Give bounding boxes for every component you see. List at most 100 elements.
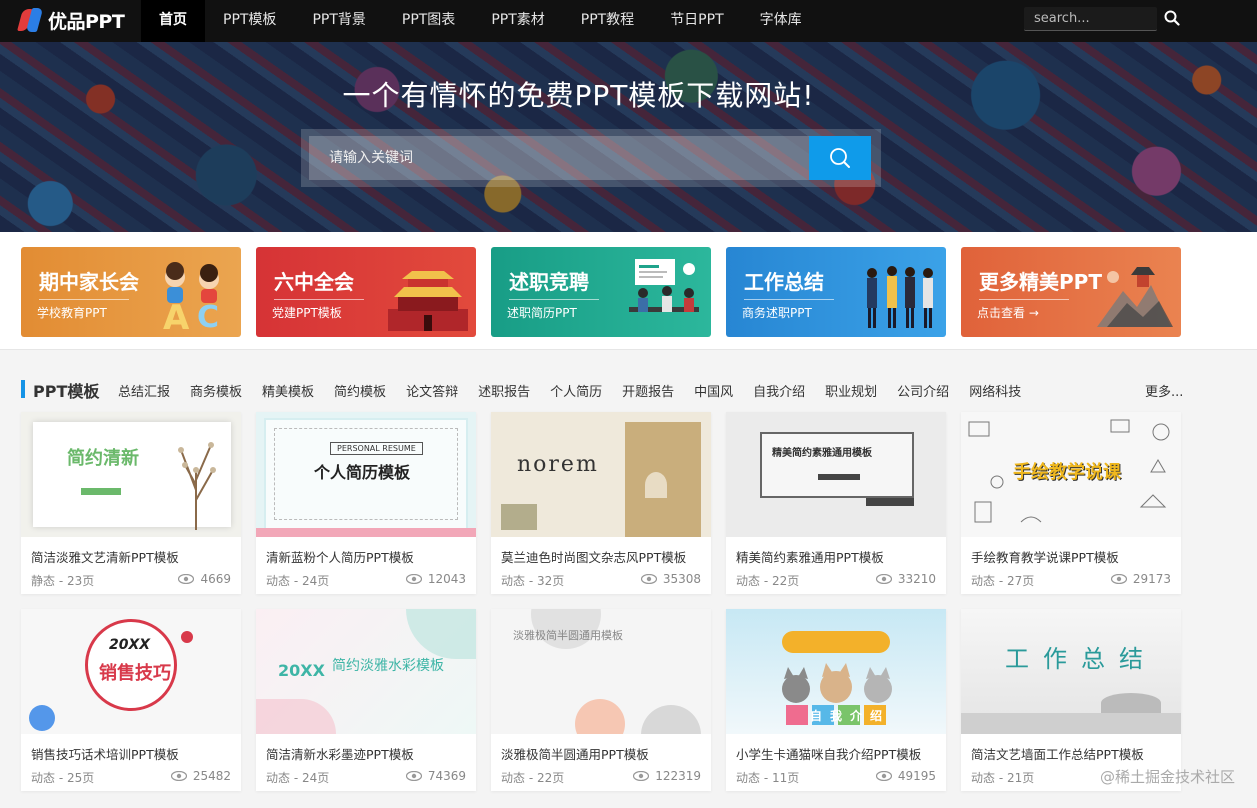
section-tags: 总结汇报 商务模板 精美模板 简约模板 论文答辩 述职报告 个人简历 开题报告 … [118,381,1041,400]
card-title[interactable]: 手绘教育教学说课PPT模板 [971,547,1119,566]
eye-icon [405,574,422,584]
eye-icon [875,771,892,781]
thumb-subtitle: PERSONAL RESUME [330,442,423,455]
card-title[interactable]: 莫兰迪色时尚图文杂志风PPT模板 [501,547,686,566]
tag-simple[interactable]: 简约模板 [334,381,386,400]
eye-icon [178,574,195,584]
tag-job-report[interactable]: 述职报告 [478,381,530,400]
children-abc-icon: A C [163,262,219,331]
nav-link-holiday-ppt[interactable]: 节日PPT [652,0,741,42]
thumb-title: 简约清新 [67,448,139,469]
tag-exquisite[interactable]: 精美模板 [262,381,314,400]
template-card[interactable]: PERSONAL RESUME 个人简历模板 清新蓝粉个人简历PPT模板 动态 … [256,412,476,594]
tag-proposal[interactable]: 开题报告 [622,381,674,400]
card-thumbnail[interactable]: norem [491,412,711,537]
business-people-icon [867,266,933,328]
card-thumbnail[interactable]: 20XX 简约淡雅水彩模板 [256,609,476,734]
banner-subtitle: 党建PPT模板 [272,306,342,320]
logo-icon [17,6,44,34]
banner-work-summary[interactable]: 工作总结 商务述职PPT [726,247,946,337]
card-thumbnail[interactable]: PERSONAL RESUME 个人简历模板 [256,412,476,537]
template-card[interactable]: 工作总结 简洁文艺墙面工作总结PPT模板 动态 - 21页 [961,609,1181,791]
banner-parent-meeting[interactable]: 期中家长会 学校教育PPT A C [21,247,241,337]
template-card[interactable]: 自我介绍 小学生卡通猫咪自我介绍PPT模板 动态 - 11页 49195 [726,609,946,791]
template-card[interactable]: 手绘教学说课 手绘教育教学说课PPT模板 动态 - 27页 29173 [961,412,1181,594]
tag-career[interactable]: 职业规划 [825,381,877,400]
nav-link-ppt-materials[interactable]: PPT素材 [473,0,562,42]
banner-divider [744,299,834,300]
card-title[interactable]: 精美简约素雅通用PPT模板 [736,547,884,566]
template-card[interactable]: 简约清新 简洁淡雅文艺清新PPT模板 静态 - 23页 4669 [21,412,241,594]
card-thumbnail[interactable]: 工作总结 [961,609,1181,734]
card-title[interactable]: 简洁文艺墙面工作总结PPT模板 [971,744,1144,763]
card-thumbnail[interactable]: 20XX 销售技巧 [21,609,241,734]
card-meta: 动态 - 24页 [266,574,330,588]
card-views: 35308 [640,572,701,586]
more-link[interactable]: 更多... [1145,381,1183,400]
card-meta: 静态 - 23页 [31,574,95,588]
search-icon[interactable] [1164,10,1180,26]
cartoon-cats-icon [782,663,892,703]
banner-plenary[interactable]: 六中全会 党建PPT模板 [256,247,476,337]
template-card[interactable]: 淡雅极简半圆通用模板 淡雅极简半圆通用PPT模板 动态 - 22页 122319 [491,609,711,791]
banner-job-report[interactable]: 述职竞聘 述职简历PPT [491,247,711,337]
view-count: 12043 [427,572,466,586]
nav-link-ppt-charts[interactable]: PPT图表 [384,0,473,42]
card-thumbnail[interactable]: 简约清新 [21,412,241,537]
card-meta: 动态 - 22页 [501,771,565,785]
nav-link-home[interactable]: 首页 [141,0,205,42]
card-views: 74369 [405,769,466,783]
nav-link-ppt-tutorials[interactable]: PPT教程 [563,0,652,42]
template-card[interactable]: 20XX 销售技巧 销售技巧话术培训PPT模板 动态 - 25页 25482 [21,609,241,791]
hero-search-box: 请输入关键词 [301,129,881,187]
card-title[interactable]: 小学生卡通猫咪自我介绍PPT模板 [736,744,921,763]
eye-icon [405,771,422,781]
tag-tech[interactable]: 网络科技 [969,381,1021,400]
card-thumbnail[interactable]: 自我介绍 [726,609,946,734]
nav-link-ppt-backgrounds[interactable]: PPT背景 [294,0,383,42]
nav-link-fonts[interactable]: 字体库 [742,0,820,42]
thumb-subtitle: 20XX [278,661,325,680]
tree-branch-icon [178,442,216,530]
card-title[interactable]: 销售技巧话术培训PPT模板 [31,744,179,763]
template-card[interactable]: 精美简约素雅通用模板 精美简约素雅通用PPT模板 动态 - 22页 33210 [726,412,946,594]
thumb-title: 淡雅极简半圆通用模板 [513,629,623,642]
nav-search-input[interactable]: search... [1024,7,1157,31]
tag-chinese-style[interactable]: 中国风 [694,381,733,400]
section-title: PPT模板 [33,382,100,401]
chinese-pavilion-icon [1097,267,1173,327]
card-title[interactable]: 清新蓝粉个人简历PPT模板 [266,547,414,566]
card-thumbnail[interactable]: 精美简约素雅通用模板 [726,412,946,537]
card-thumbnail[interactable]: 淡雅极简半圆通用模板 [491,609,711,734]
card-title[interactable]: 淡雅极简半圆通用PPT模板 [501,744,649,763]
view-count: 4669 [200,572,231,586]
card-title[interactable]: 简洁清新水彩墨迹PPT模板 [266,744,414,763]
tag-self-intro[interactable]: 自我介绍 [753,381,805,400]
view-count: 33210 [897,572,936,586]
tag-thesis[interactable]: 论文答辩 [406,381,458,400]
card-views: 29173 [1110,572,1171,586]
banner-subtitle: 述职简历PPT [507,306,577,320]
site-logo[interactable]: 优品PPT [17,5,125,35]
nav-link-ppt-templates[interactable]: PPT模板 [205,0,294,42]
tag-company[interactable]: 公司介绍 [897,381,949,400]
card-meta: 动态 - 27页 [971,574,1035,588]
tag-summary[interactable]: 总结汇报 [118,381,170,400]
hero-search-button[interactable] [809,136,871,180]
card-title[interactable]: 简洁淡雅文艺清新PPT模板 [31,547,179,566]
eye-icon [633,771,650,781]
category-banners: 期中家长会 学校教育PPT A C 六中全会 党建PPT模板 述职竞聘 述职简历… [0,232,1257,350]
banner-divider [979,299,1069,300]
banner-subtitle: 点击查看 → [977,306,1039,320]
tag-business[interactable]: 商务模板 [190,381,242,400]
template-card[interactable]: norem 莫兰迪色时尚图文杂志风PPT模板 动态 - 32页 35308 [491,412,711,594]
view-count: 35308 [662,572,701,586]
thumb-title: norem [517,452,599,477]
banner-more-ppt[interactable]: 更多精美PPT 点击查看 → [961,247,1181,337]
tag-resume[interactable]: 个人简历 [550,381,602,400]
card-views: 49195 [875,769,936,783]
hero-search-input[interactable]: 请输入关键词 [309,136,809,180]
template-card[interactable]: 20XX 简约淡雅水彩模板 简洁清新水彩墨迹PPT模板 动态 - 24页 743… [256,609,476,791]
banner-subtitle: 学校教育PPT [37,306,107,320]
card-thumbnail[interactable]: 手绘教学说课 [961,412,1181,537]
